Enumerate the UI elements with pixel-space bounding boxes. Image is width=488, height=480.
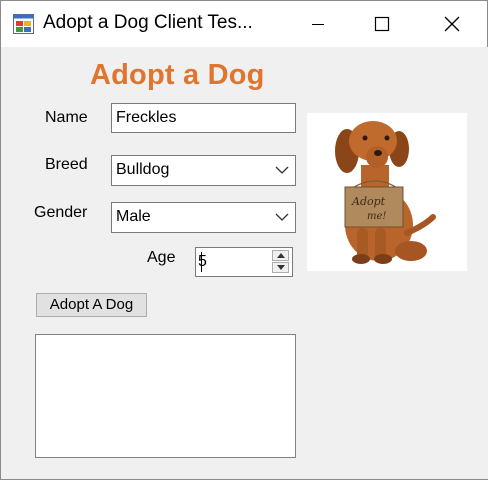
breed-selected-value: Bulldog xyxy=(116,161,170,178)
maximize-icon xyxy=(374,16,390,32)
app-icon xyxy=(13,14,34,34)
breed-select[interactable]: Bulldog xyxy=(111,155,296,186)
age-label: Age xyxy=(147,249,176,266)
spin-up-icon xyxy=(276,253,285,258)
name-input[interactable]: Freckles xyxy=(111,103,296,133)
chevron-down-icon xyxy=(275,213,289,221)
maximize-button[interactable] xyxy=(348,1,416,47)
close-button[interactable] xyxy=(418,1,486,47)
sign-text-line2: me! xyxy=(367,211,386,222)
dog-photo: Adopt me! xyxy=(307,113,467,271)
title-bar[interactable]: Adopt a Dog Client Tes... xyxy=(1,1,487,47)
page-title: Adopt a Dog xyxy=(90,59,265,91)
breed-label: Breed xyxy=(45,156,88,173)
gender-select[interactable]: Male xyxy=(111,202,296,233)
gender-selected-value: Male xyxy=(116,208,151,225)
chevron-down-icon xyxy=(275,166,289,174)
name-label: Name xyxy=(45,109,88,126)
minimize-button[interactable] xyxy=(284,1,352,47)
sign-text-line1: Adopt xyxy=(351,195,386,208)
minimize-icon xyxy=(312,24,324,25)
text-caret xyxy=(201,252,202,272)
age-increment-button[interactable] xyxy=(272,250,289,261)
adoption-results-listbox[interactable] xyxy=(35,334,296,458)
close-icon xyxy=(444,16,460,32)
age-value[interactable]: 5 xyxy=(198,250,207,274)
spin-down-icon xyxy=(276,265,285,270)
age-decrement-button[interactable] xyxy=(272,262,289,273)
gender-label: Gender xyxy=(34,204,88,221)
dachshund-illustration: Adopt me! xyxy=(335,121,436,264)
adopt-dog-window: Adopt a Dog Client Tes... Adopt a Dog Na… xyxy=(0,0,488,480)
window-title: Adopt a Dog Client Tes... xyxy=(43,12,253,33)
age-stepper[interactable]: 5 xyxy=(195,247,293,277)
adopt-a-dog-button[interactable]: Adopt A Dog xyxy=(36,293,147,317)
